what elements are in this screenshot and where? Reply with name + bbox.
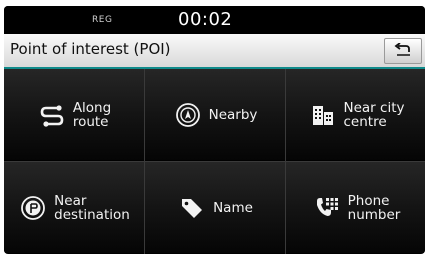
menu-item-label: Near destination — [54, 192, 130, 223]
tag-icon — [177, 193, 207, 223]
menu-item-label: Along route — [72, 99, 112, 130]
menu-item-along-route[interactable]: Along route — [4, 69, 144, 160]
title-bar: Point of interest (POI) — [4, 34, 425, 69]
city-building-icon — [308, 100, 338, 130]
nearby-compass-icon — [173, 100, 203, 130]
menu-item-phone-number[interactable]: Phone number — [286, 162, 425, 253]
menu-item-label: Phone number — [347, 192, 401, 223]
grid-divider — [4, 161, 425, 162]
page-title: Point of interest (POI) — [10, 40, 171, 58]
back-button[interactable] — [384, 38, 422, 64]
phone-keypad-icon — [312, 193, 342, 223]
menu-item-name[interactable]: Name — [145, 162, 285, 253]
reg-indicator: REG — [92, 15, 113, 25]
poi-menu-grid: Along route Nearby Near city centre Near… — [4, 69, 425, 254]
back-arrow-icon — [394, 41, 412, 61]
route-icon — [37, 100, 67, 130]
menu-item-label: Near city centre — [343, 99, 405, 130]
menu-item-label: Name — [213, 199, 253, 216]
menu-item-near-city-centre[interactable]: Near city centre — [286, 69, 425, 160]
status-bar: REG 00:02 — [4, 6, 425, 34]
destination-flag-icon — [18, 193, 48, 223]
menu-item-near-destination[interactable]: Near destination — [4, 162, 144, 253]
menu-item-label: Nearby — [208, 106, 258, 123]
clock: 00:02 — [178, 9, 233, 30]
menu-item-nearby[interactable]: Nearby — [145, 69, 285, 160]
head-unit-screen: REG 00:02 Point of interest (POI) Along … — [4, 6, 425, 254]
